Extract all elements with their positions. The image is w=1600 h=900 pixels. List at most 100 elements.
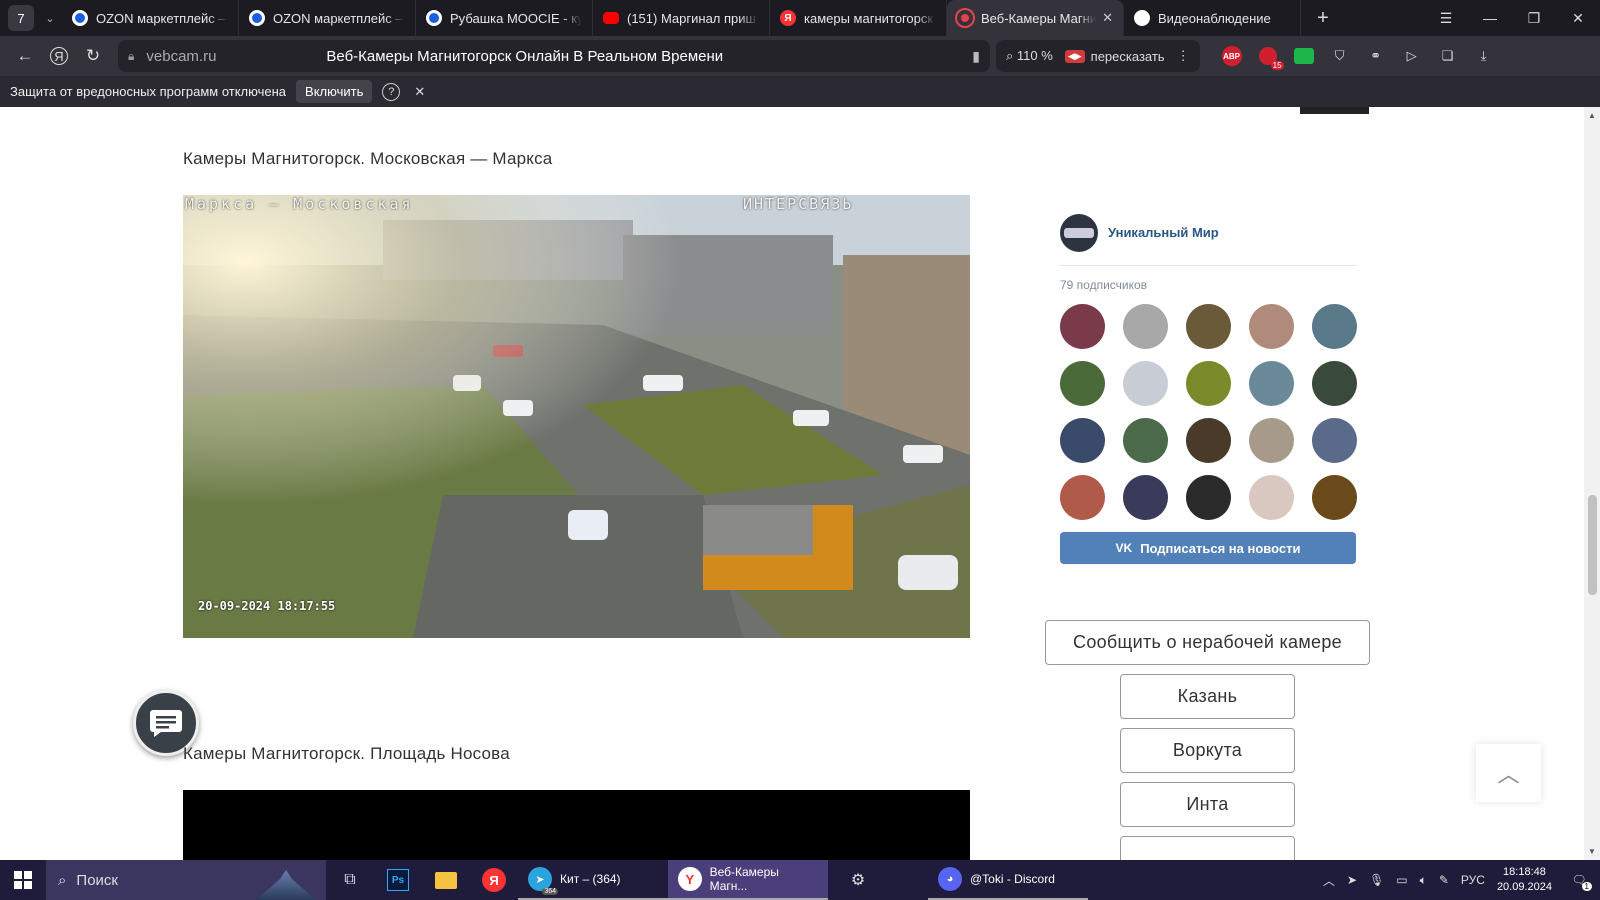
vk-subscriber-avatar[interactable] — [1123, 361, 1168, 406]
vk-subscriber-avatar[interactable] — [1123, 304, 1168, 349]
close-infobar-icon[interactable]: ✕ — [414, 84, 425, 100]
volume-icon[interactable]: 🔈︎ — [1420, 873, 1427, 888]
notifications-icon[interactable]: 🗨︎ 1 — [1564, 873, 1594, 891]
task-view-icon[interactable]: ⧉ — [326, 860, 374, 900]
vk-subscriber-avatar[interactable] — [1249, 418, 1294, 463]
vk-subscriber-avatar[interactable] — [1312, 361, 1357, 406]
microphone-icon[interactable]: 🎙︎ — [1369, 873, 1384, 887]
vk-subscriber-avatar[interactable] — [1312, 304, 1357, 349]
tab-count-button[interactable]: 7 — [8, 5, 34, 31]
site-info-lock-icon[interactable]: 🔒︎ — [128, 49, 134, 64]
taskbar-app-yandex-browser[interactable]: Y Веб-Камеры Магн... — [668, 860, 828, 900]
language-indicator[interactable]: РУС — [1461, 873, 1485, 887]
city-button-vorkuta[interactable]: Воркута — [1120, 728, 1295, 773]
tab-yandex-search[interactable]: Якамеры магнитогорск — [770, 0, 947, 36]
vk-subscriber-count[interactable]: 79 подписчиков — [1060, 278, 1356, 292]
tab-ozon-2[interactable]: OZON маркетплейс – — [239, 0, 416, 36]
more-vertical-icon[interactable]: ⋮ — [1177, 48, 1190, 64]
vk-subscriber-avatar[interactable] — [1186, 475, 1231, 520]
vk-subscriber-avatar[interactable] — [1060, 418, 1105, 463]
city-button-inta[interactable]: Инта — [1120, 782, 1295, 827]
file-explorer-icon[interactable] — [422, 860, 470, 900]
clock-time: 18:18:48 — [1503, 866, 1546, 878]
youtube-favicon-icon — [603, 12, 619, 24]
address-domain: vebcam.ru — [146, 47, 217, 65]
telegram-tray-icon[interactable]: ➤ — [1347, 873, 1357, 887]
green-extension-icon[interactable] — [1286, 40, 1322, 72]
scroll-down-arrow-icon[interactable]: ▼ — [1588, 847, 1596, 856]
vk-group-name[interactable]: Уникальный Мир — [1108, 225, 1219, 240]
vk-subscriber-avatar[interactable] — [1312, 475, 1357, 520]
camera-title-nosova: Камеры Магнитогорск. Площадь Носова — [183, 744, 510, 763]
tab-moocie[interactable]: Рубашка MOOCIE - куп — [416, 0, 593, 36]
settings-gear-icon[interactable]: ⚙ — [828, 860, 888, 900]
vk-subscriber-avatar[interactable] — [1249, 361, 1294, 406]
page-tools: ⌕ 110 % ◀▶ пересказать ⋮ — [996, 40, 1200, 72]
vk-subscriber-avatar[interactable] — [1123, 475, 1168, 520]
adblock-extension-icon[interactable]: ABP — [1214, 40, 1250, 72]
tab-list-chevron-icon[interactable]: ⌄ — [38, 5, 62, 31]
vk-subscriber-avatar[interactable] — [1312, 418, 1357, 463]
close-tab-icon[interactable]: ✕ — [1102, 10, 1113, 26]
tab-ozon-1[interactable]: OZON маркетплейс – — [62, 0, 239, 36]
zoom-level[interactable]: ⌕ 110 % — [1006, 48, 1053, 64]
abp-label: ABP — [1221, 46, 1242, 66]
city-button-kazan[interactable]: Казань — [1120, 674, 1295, 719]
collections-icon[interactable]: ❏ — [1430, 40, 1466, 72]
tray-chevron-up-icon[interactable]: ︿ — [1323, 872, 1335, 889]
scroll-to-top-chevron-icon[interactable]: ︿ — [1476, 744, 1541, 802]
webcam-favicon-icon — [957, 10, 973, 26]
downloads-icon[interactable]: ⤓ — [1466, 40, 1502, 72]
reload-icon[interactable]: ↻ — [76, 40, 110, 72]
pen-icon[interactable]: ✎ — [1439, 873, 1449, 887]
help-icon[interactable]: ? — [382, 82, 401, 101]
taskbar-app-telegram[interactable]: ➤ 364 Кит – (364) — [518, 860, 668, 900]
vk-subscriber-avatar[interactable] — [1186, 418, 1231, 463]
bookmark-icon[interactable]: ▮ — [972, 48, 980, 65]
yandex-icon[interactable]: Я — [470, 860, 518, 900]
yandex-home-icon[interactable]: Я — [42, 40, 76, 72]
vk-subscriber-avatar[interactable] — [1249, 304, 1294, 349]
enable-protection-button[interactable]: Включить — [296, 80, 373, 103]
new-tab-plus-icon[interactable]: + — [1309, 4, 1337, 32]
search-placeholder: Поиск — [76, 871, 118, 889]
media-play-icon[interactable]: ▷ — [1394, 40, 1430, 72]
taskbar-app-discord[interactable]: ◕ @Toki - Discord — [928, 860, 1088, 900]
vk-subscriber-avatar[interactable] — [1186, 361, 1231, 406]
scrollbar-thumb[interactable] — [1588, 495, 1597, 595]
scroll-up-arrow-icon[interactable]: ▲ — [1588, 111, 1596, 120]
vk-subscriber-avatar[interactable] — [1123, 418, 1168, 463]
city-button-next[interactable] — [1120, 836, 1295, 860]
network-icon[interactable]: ▭ — [1396, 873, 1407, 887]
page-scrollbar[interactable]: ▲ ▼ — [1584, 107, 1600, 860]
camera-stream-nosova[interactable] — [183, 790, 970, 860]
windows-start-icon[interactable] — [0, 860, 46, 900]
vk-subscriber-avatar[interactable] — [1249, 475, 1294, 520]
retell-button[interactable]: ◀▶ пересказать — [1064, 49, 1165, 64]
report-broken-camera-button[interactable]: Сообщить о нерабочей камере — [1045, 620, 1370, 665]
vk-subscriber-avatar[interactable] — [1186, 304, 1231, 349]
tab-youtube[interactable]: (151) Маргинал приш — [593, 0, 770, 36]
taskbar-search-box[interactable]: ⌕ Поиск — [46, 860, 326, 900]
clock[interactable]: 18:18:48 20.09.2024 — [1497, 865, 1552, 895]
tab-webcams-active[interactable]: Веб-Камеры Магни ✕ — [947, 0, 1124, 36]
back-arrow-icon[interactable]: ← — [8, 40, 42, 72]
window-controls: ☰ — ❐ ✕ — [1424, 0, 1600, 36]
vk-subscriber-avatar[interactable] — [1060, 361, 1105, 406]
close-window-icon[interactable]: ✕ — [1556, 0, 1600, 36]
vk-subscriber-avatar[interactable] — [1060, 304, 1105, 349]
shield-extension-icon[interactable]: ⛉ — [1322, 40, 1358, 72]
vpn-extension-icon[interactable]: ⚭ — [1358, 40, 1394, 72]
clock-date: 20.09.2024 — [1496, 881, 1552, 893]
vk-subscribe-button[interactable]: VK Подписаться на новости — [1060, 532, 1356, 564]
photoshop-icon[interactable]: Ps — [374, 860, 422, 900]
menu-hamburger-icon[interactable]: ☰ — [1424, 0, 1468, 36]
vk-subscriber-avatar[interactable] — [1060, 475, 1105, 520]
minimize-icon[interactable]: — — [1468, 0, 1512, 36]
notifier-extension-icon[interactable]: 15 — [1250, 40, 1286, 72]
restore-icon[interactable]: ❐ — [1512, 0, 1556, 36]
address-bar[interactable]: 🔒︎ vebcam.ru Веб-Камеры Магнитогорск Онл… — [118, 40, 990, 72]
vk-group-avatar[interactable] — [1060, 213, 1098, 252]
tab-videonabludenie[interactable]: Видеонаблюдение — [1124, 0, 1301, 36]
camera-stream-moskovskaya[interactable]: Маркса – Московская ИНТЕРСВЯЗЬ 20-09-202… — [183, 195, 970, 638]
